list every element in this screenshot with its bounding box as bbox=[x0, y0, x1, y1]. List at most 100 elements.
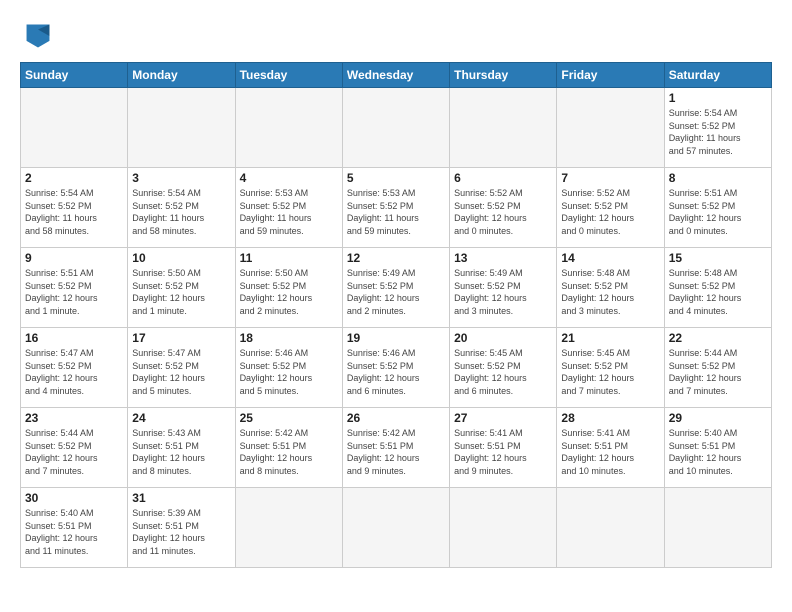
calendar-cell: 24Sunrise: 5:43 AM Sunset: 5:51 PM Dayli… bbox=[128, 408, 235, 488]
calendar-cell: 21 Sunrise: 5:45 AM Sunset: 5:52 PM Dayli… bbox=[557, 328, 664, 408]
calendar-cell: 4 Sunrise: 5:53 AM Sunset: 5:52 PM Daylig… bbox=[235, 168, 342, 248]
day-number: 9 bbox=[25, 251, 123, 265]
day-number: 2 bbox=[25, 171, 123, 185]
calendar-cell: 28 Sunrise: 5:41 AM Sunset: 5:51 PM Dayli… bbox=[557, 408, 664, 488]
day-info: Sunrise: 5:45 AM Sunset: 5:52 PM Dayligh… bbox=[561, 347, 659, 397]
calendar-body: 1 Sunrise: 5:54 AM Sunset: 5:52 PM Daylig… bbox=[21, 88, 772, 568]
day-number: 26 bbox=[347, 411, 445, 425]
day-info: Sunrise: 5:43 AM Sunset: 5:51 PM Dayligh… bbox=[132, 427, 230, 477]
calendar-cell: 20Sunrise: 5:45 AM Sunset: 5:52 PM Dayli… bbox=[450, 328, 557, 408]
day-info: Sunrise: 5:41 AM Sunset: 5:51 PM Dayligh… bbox=[454, 427, 552, 477]
calendar-cell: 3 Sunrise: 5:54 AM Sunset: 5:52 PM Daylig… bbox=[128, 168, 235, 248]
day-number: 11 bbox=[240, 251, 338, 265]
calendar-cell: 7Sunrise: 5:52 AM Sunset: 5:52 PM Daylig… bbox=[557, 168, 664, 248]
day-number: 25 bbox=[240, 411, 338, 425]
weekday-friday: Friday bbox=[557, 63, 664, 88]
calendar-cell bbox=[342, 88, 449, 168]
day-number: 14 bbox=[561, 251, 659, 265]
day-info: Sunrise: 5:51 AM Sunset: 5:52 PM Dayligh… bbox=[669, 187, 767, 237]
day-number: 22 bbox=[669, 331, 767, 345]
day-info: Sunrise: 5:42 AM Sunset: 5:51 PM Dayligh… bbox=[240, 427, 338, 477]
calendar-cell bbox=[557, 88, 664, 168]
weekday-tuesday: Tuesday bbox=[235, 63, 342, 88]
weekday-header-row: SundayMondayTuesdayWednesdayThursdayFrid… bbox=[21, 63, 772, 88]
day-info: Sunrise: 5:47 AM Sunset: 5:52 PM Dayligh… bbox=[132, 347, 230, 397]
weekday-monday: Monday bbox=[128, 63, 235, 88]
weekday-thursday: Thursday bbox=[450, 63, 557, 88]
calendar-cell: 5 Sunrise: 5:53 AM Sunset: 5:52 PM Daylig… bbox=[342, 168, 449, 248]
day-number: 21 bbox=[561, 331, 659, 345]
day-info: Sunrise: 5:48 AM Sunset: 5:52 PM Dayligh… bbox=[669, 267, 767, 317]
calendar-cell: 2 Sunrise: 5:54 AM Sunset: 5:52 PM Daylig… bbox=[21, 168, 128, 248]
calendar-cell: 10Sunrise: 5:50 AM Sunset: 5:52 PM Dayli… bbox=[128, 248, 235, 328]
day-info: Sunrise: 5:46 AM Sunset: 5:52 PM Dayligh… bbox=[240, 347, 338, 397]
calendar-cell bbox=[664, 488, 771, 568]
day-number: 20 bbox=[454, 331, 552, 345]
day-info: Sunrise: 5:53 AM Sunset: 5:52 PM Dayligh… bbox=[347, 187, 445, 237]
calendar-cell bbox=[21, 88, 128, 168]
day-number: 17 bbox=[132, 331, 230, 345]
day-info: Sunrise: 5:41 AM Sunset: 5:51 PM Dayligh… bbox=[561, 427, 659, 477]
calendar-table: SundayMondayTuesdayWednesdayThursdayFrid… bbox=[20, 62, 772, 568]
calendar-cell: 26Sunrise: 5:42 AM Sunset: 5:51 PM Dayli… bbox=[342, 408, 449, 488]
calendar-cell: 15 Sunrise: 5:48 AM Sunset: 5:52 PM Dayli… bbox=[664, 248, 771, 328]
day-number: 23 bbox=[25, 411, 123, 425]
day-number: 12 bbox=[347, 251, 445, 265]
day-info: Sunrise: 5:54 AM Sunset: 5:52 PM Dayligh… bbox=[132, 187, 230, 237]
day-info: Sunrise: 5:49 AM Sunset: 5:52 PM Dayligh… bbox=[347, 267, 445, 317]
day-number: 31 bbox=[132, 491, 230, 505]
day-number: 13 bbox=[454, 251, 552, 265]
day-info: Sunrise: 5:53 AM Sunset: 5:52 PM Dayligh… bbox=[240, 187, 338, 237]
day-number: 1 bbox=[669, 91, 767, 105]
day-number: 4 bbox=[240, 171, 338, 185]
day-info: Sunrise: 5:50 AM Sunset: 5:52 PM Dayligh… bbox=[132, 267, 230, 317]
calendar-cell: 12 Sunrise: 5:49 AM Sunset: 5:52 PM Dayli… bbox=[342, 248, 449, 328]
page: SundayMondayTuesdayWednesdayThursdayFrid… bbox=[0, 0, 792, 612]
calendar-cell: 27 Sunrise: 5:41 AM Sunset: 5:51 PM Dayli… bbox=[450, 408, 557, 488]
calendar-cell: 23Sunrise: 5:44 AM Sunset: 5:52 PM Dayli… bbox=[21, 408, 128, 488]
calendar-cell: 11Sunrise: 5:50 AM Sunset: 5:52 PM Dayli… bbox=[235, 248, 342, 328]
calendar-cell: 13Sunrise: 5:49 AM Sunset: 5:52 PM Dayli… bbox=[450, 248, 557, 328]
calendar-cell bbox=[128, 88, 235, 168]
generalblue-logo-icon bbox=[20, 18, 56, 54]
day-info: Sunrise: 5:44 AM Sunset: 5:52 PM Dayligh… bbox=[669, 347, 767, 397]
day-number: 16 bbox=[25, 331, 123, 345]
day-number: 8 bbox=[669, 171, 767, 185]
day-info: Sunrise: 5:52 AM Sunset: 5:52 PM Dayligh… bbox=[454, 187, 552, 237]
calendar-cell: 22 Sunrise: 5:44 AM Sunset: 5:52 PM Dayli… bbox=[664, 328, 771, 408]
calendar-week-3: 16 Sunrise: 5:47 AM Sunset: 5:52 PM Dayli… bbox=[21, 328, 772, 408]
day-info: Sunrise: 5:39 AM Sunset: 5:51 PM Dayligh… bbox=[132, 507, 230, 557]
calendar-cell: 31 Sunrise: 5:39 AM Sunset: 5:51 PM Dayli… bbox=[128, 488, 235, 568]
calendar-cell: 25 Sunrise: 5:42 AM Sunset: 5:51 PM Dayli… bbox=[235, 408, 342, 488]
calendar-cell: 14Sunrise: 5:48 AM Sunset: 5:52 PM Dayli… bbox=[557, 248, 664, 328]
day-number: 29 bbox=[669, 411, 767, 425]
day-info: Sunrise: 5:40 AM Sunset: 5:51 PM Dayligh… bbox=[669, 427, 767, 477]
day-number: 3 bbox=[132, 171, 230, 185]
day-number: 30 bbox=[25, 491, 123, 505]
day-number: 28 bbox=[561, 411, 659, 425]
day-info: Sunrise: 5:54 AM Sunset: 5:52 PM Dayligh… bbox=[25, 187, 123, 237]
day-number: 27 bbox=[454, 411, 552, 425]
day-info: Sunrise: 5:47 AM Sunset: 5:52 PM Dayligh… bbox=[25, 347, 123, 397]
calendar-header: SundayMondayTuesdayWednesdayThursdayFrid… bbox=[21, 63, 772, 88]
day-number: 5 bbox=[347, 171, 445, 185]
calendar-cell bbox=[235, 488, 342, 568]
calendar-week-1: 2 Sunrise: 5:54 AM Sunset: 5:52 PM Daylig… bbox=[21, 168, 772, 248]
calendar-cell bbox=[557, 488, 664, 568]
day-number: 6 bbox=[454, 171, 552, 185]
day-number: 15 bbox=[669, 251, 767, 265]
weekday-wednesday: Wednesday bbox=[342, 63, 449, 88]
day-info: Sunrise: 5:54 AM Sunset: 5:52 PM Dayligh… bbox=[669, 107, 767, 157]
day-info: Sunrise: 5:51 AM Sunset: 5:52 PM Dayligh… bbox=[25, 267, 123, 317]
calendar-cell bbox=[235, 88, 342, 168]
calendar-cell: 29 Sunrise: 5:40 AM Sunset: 5:51 PM Dayli… bbox=[664, 408, 771, 488]
day-number: 19 bbox=[347, 331, 445, 345]
day-info: Sunrise: 5:46 AM Sunset: 5:52 PM Dayligh… bbox=[347, 347, 445, 397]
weekday-saturday: Saturday bbox=[664, 63, 771, 88]
calendar-cell: 16 Sunrise: 5:47 AM Sunset: 5:52 PM Dayli… bbox=[21, 328, 128, 408]
calendar-cell: 8 Sunrise: 5:51 AM Sunset: 5:52 PM Daylig… bbox=[664, 168, 771, 248]
day-number: 7 bbox=[561, 171, 659, 185]
weekday-sunday: Sunday bbox=[21, 63, 128, 88]
calendar-cell: 9 Sunrise: 5:51 AM Sunset: 5:52 PM Daylig… bbox=[21, 248, 128, 328]
calendar-cell bbox=[450, 488, 557, 568]
